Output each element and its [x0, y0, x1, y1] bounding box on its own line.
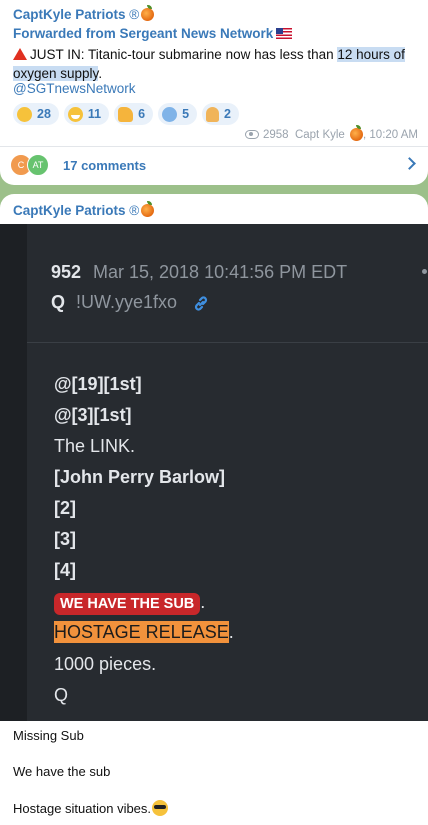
post-line: 1000 pieces.: [54, 654, 157, 674]
post-signature: Q: [54, 685, 69, 705]
message-meta: 2958 Capt Kyle , 10:20 AM: [244, 125, 418, 141]
sender-name[interactable]: CaptKyle Patriots ®: [13, 201, 155, 218]
caption-line: Hostage situation vibes.: [13, 800, 169, 816]
message-text: JUST IN: Titanic-tour submarine now has …: [13, 47, 405, 81]
orange-highlight-tag: HOSTAGE RELEASE: [54, 621, 229, 643]
sunglasses-face-icon: [152, 800, 169, 816]
praying-hands-icon: [206, 106, 220, 122]
commenter-avatars: C AT: [10, 154, 50, 176]
peach-icon: [141, 5, 155, 21]
post-line: [2]: [54, 498, 76, 518]
reactions-bar: 28 11 6 5 2: [13, 103, 239, 125]
post-date: Mar 15, 2018 10:41:56 PM EDT: [93, 262, 348, 282]
post-line: [John Perry Barlow]: [54, 467, 226, 487]
menu-dot-icon: [422, 269, 427, 274]
reaction-screaming[interactable]: 5: [158, 103, 198, 125]
post-line: @[3][1st]: [54, 405, 132, 425]
post-divider: [27, 342, 428, 343]
post-time: , 10:20 AM: [363, 128, 418, 141]
eye-icon: [244, 130, 259, 139]
post-author-q: Q: [51, 292, 66, 312]
grinning-face-icon: [67, 106, 83, 122]
avatar: AT: [27, 154, 49, 176]
forwarded-from-link[interactable]: Forwarded from Sergeant News Network: [13, 26, 293, 41]
peach-icon: [350, 125, 364, 141]
post-author: Capt Kyle: [294, 128, 345, 141]
divider: [0, 146, 428, 147]
view-count: 2958: [262, 128, 289, 141]
post-line: @[19][1st]: [54, 374, 142, 394]
post-number: 952: [51, 262, 82, 282]
reaction-thinking[interactable]: 28: [13, 103, 59, 125]
reaction-grinning[interactable]: 11: [63, 103, 110, 125]
post-line-orange: HOSTAGE RELEASE.: [54, 621, 234, 643]
link-icon: [194, 296, 208, 311]
us-flag-icon: [276, 28, 293, 39]
chevron-right-icon[interactable]: [403, 157, 416, 170]
thumbs-up-icon: [118, 106, 134, 122]
reaction-thumbs-up[interactable]: 6: [114, 103, 154, 125]
thinking-face-icon: [17, 106, 32, 122]
caption-line: Missing Sub: [13, 728, 84, 743]
post-screenshot-image[interactable]: 952 Mar 15, 2018 10:41:56 PM EDT Q !UW.y…: [0, 224, 428, 721]
message-bubble-1: CaptKyle Patriots ® Forwarded from Serge…: [0, 0, 428, 185]
red-triangle-icon: [13, 48, 27, 60]
post-tripcode: !UW.yye1fxo: [76, 292, 178, 312]
post-line-red: WE HAVE THE SUB.: [54, 592, 205, 615]
screaming-face-icon: [162, 106, 178, 122]
caption-line: We have the sub: [13, 764, 111, 779]
screenshot-left-bar: [0, 224, 27, 721]
red-highlight-tag: WE HAVE THE SUB: [54, 593, 201, 615]
mention-link[interactable]: @SGTnewsNetwork: [13, 81, 135, 96]
post-line: The LINK.: [54, 436, 136, 456]
post-line: [3]: [54, 529, 76, 549]
comments-link[interactable]: 17 comments: [63, 158, 146, 173]
reaction-praying[interactable]: 2: [202, 103, 239, 125]
peach-icon: [141, 201, 155, 217]
message-bubble-2: CaptKyle Patriots ® 952 Mar 15, 2018 10:…: [0, 194, 428, 825]
sender-name[interactable]: CaptKyle Patriots ®: [13, 5, 155, 22]
post-line: [4]: [54, 560, 76, 580]
